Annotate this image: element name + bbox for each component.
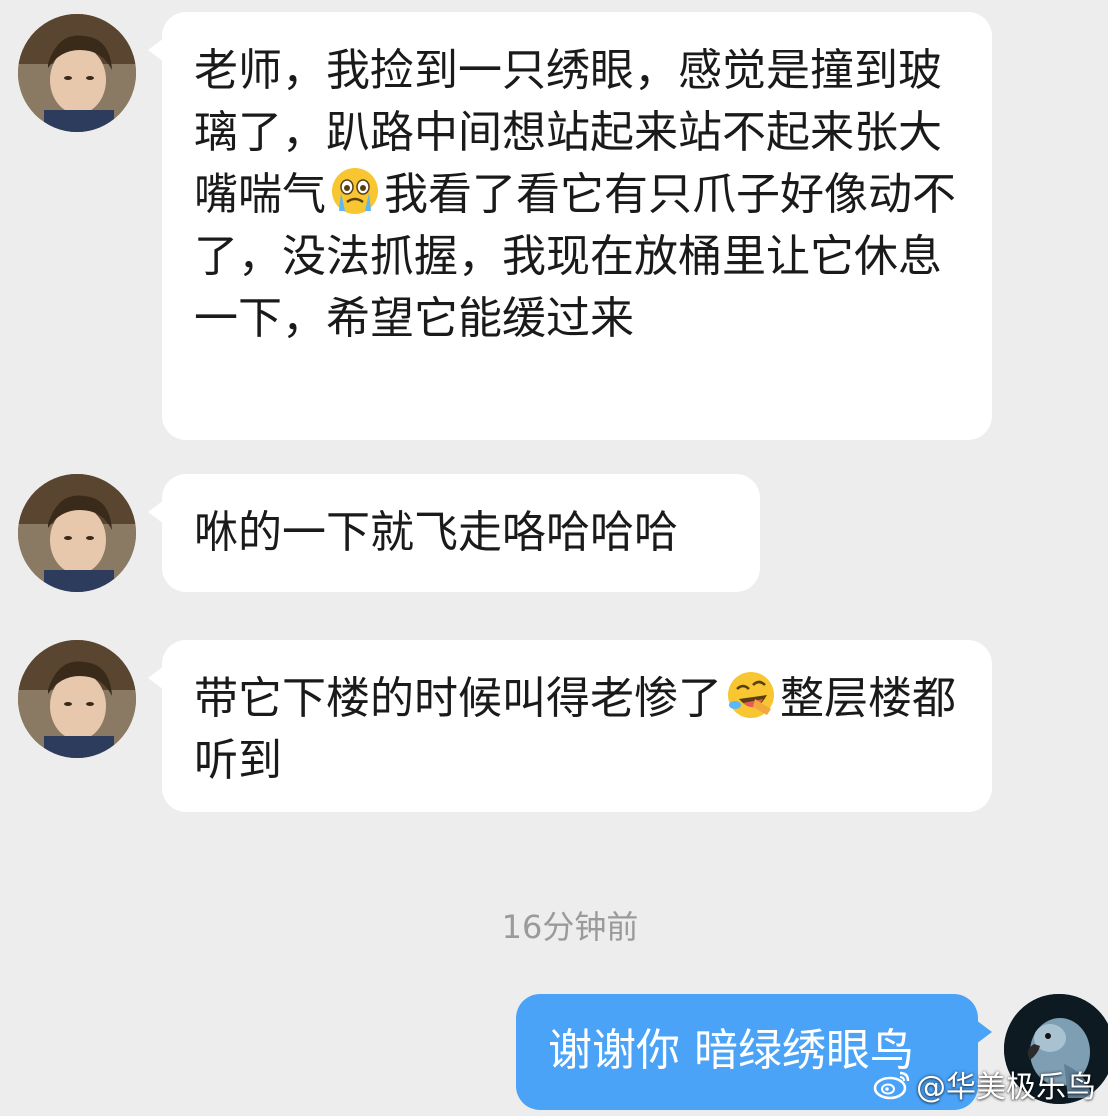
message-bubble[interactable]: 老师，我捡到一只绣眼，感觉是撞到玻璃了，趴路中间想站起来站不起来张大嘴喘气 我看…: [148, 12, 992, 440]
person-avatar-icon: [18, 640, 136, 758]
sender-avatar[interactable]: [18, 14, 136, 132]
crying-face-icon: [329, 165, 381, 217]
sender-avatar[interactable]: [18, 640, 136, 758]
watermark: @华美极乐鸟: [872, 1062, 1096, 1106]
message-bubble[interactable]: 带它下楼的时候叫得老惨了 整层楼都听到: [148, 640, 992, 812]
person-avatar-icon: [18, 474, 136, 592]
message-bubble[interactable]: 咻的一下就飞走咯哈哈哈: [148, 474, 760, 592]
reply-text: 谢谢你 暗绿绣眼鸟: [548, 1025, 914, 1076]
person-avatar-icon: [18, 14, 136, 132]
message-text: 咻的一下就飞走咯哈哈哈: [194, 507, 678, 558]
rolling-on-floor-laughing-icon: [725, 669, 777, 721]
message-timestamp: 16分钟前: [501, 908, 639, 946]
weibo-logo-icon: [873, 1071, 910, 1100]
sender-avatar[interactable]: [18, 474, 136, 592]
message-text: 带它下楼的时候叫得老惨了: [194, 673, 722, 724]
watermark-text: @华美极乐鸟: [916, 1070, 1096, 1105]
